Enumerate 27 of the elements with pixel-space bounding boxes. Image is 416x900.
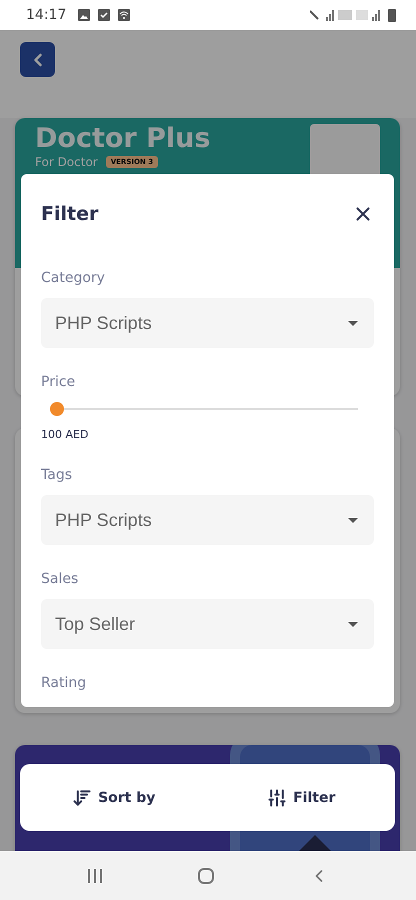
dropdown[interactable]: PHP Scripts: [41, 495, 374, 545]
recent-apps-icon[interactable]: [87, 868, 104, 882]
sort-icon: [72, 788, 92, 808]
dropdown[interactable]: PHP Scripts: [41, 298, 374, 348]
wifi-icon: [118, 9, 130, 21]
image-icon: [78, 9, 90, 21]
sort-button[interactable]: Sort by: [20, 764, 208, 831]
field-label: Category: [41, 270, 106, 286]
filter-button[interactable]: Filter: [208, 764, 395, 831]
dropdown[interactable]: Top Seller: [41, 599, 374, 649]
sliders-icon: [267, 788, 288, 808]
slider-thumb[interactable]: [50, 402, 64, 416]
field-label: Rating: [41, 675, 88, 691]
card-subtitle: For Doctor: [35, 156, 98, 169]
home-icon[interactable]: [198, 868, 214, 884]
price-reading: 100 AED: [41, 428, 90, 441]
clock: 14:17: [26, 7, 66, 23]
back-button[interactable]: [20, 42, 55, 77]
caret-icon: [348, 622, 358, 626]
caret-icon: [348, 518, 358, 522]
card-title: Doctor Plus: [35, 124, 212, 154]
field-label: Tags: [41, 467, 73, 483]
field-label: Sales: [41, 571, 80, 587]
dialog-title: Filter: [41, 203, 98, 225]
caret-icon: [348, 320, 358, 326]
checkbox-icon: [98, 9, 110, 21]
field-label: Price: [41, 374, 76, 390]
